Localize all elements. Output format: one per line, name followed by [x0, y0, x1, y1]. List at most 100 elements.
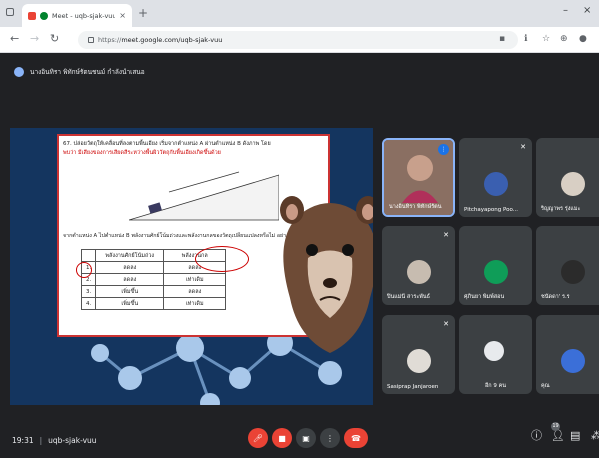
mic-off-icon: ✕	[443, 320, 449, 328]
participant-tile-more[interactable]: อีก 9 คน	[459, 315, 532, 394]
avatar	[560, 260, 585, 284]
table-cell: เพิ่มขึ้น	[95, 297, 165, 310]
participant-name: คุณ	[541, 383, 550, 389]
hang-up-button[interactable]: ☎	[344, 428, 368, 448]
presenting-banner: นางอินทิรา พิทักษ์รัตนชนม์ กำลังนำเสนอ	[14, 67, 145, 77]
table-row: 4. เพิ่มขึ้น เท่าเดิม	[80, 297, 227, 310]
header-circle-mark	[195, 246, 249, 272]
participant-name: ปิ่นแม่นี สาระพันธ์	[387, 294, 431, 300]
participant-tile[interactable]: ริญญาพร รุ่งแมะ	[536, 138, 599, 217]
table-row: 3. เพิ่มขึ้น ลดลง	[80, 285, 227, 298]
mic-toggle-button[interactable]: 🎤︎	[248, 428, 268, 448]
table-cell: เท่าเดิม	[163, 297, 227, 310]
bookmark-star-icon[interactable]: ☆	[542, 34, 550, 44]
avatar	[483, 341, 504, 361]
url-scheme: https://	[98, 36, 122, 44]
lock-icon	[88, 37, 94, 43]
participant-tile[interactable]: ✕ Pitchayapong Poo...	[459, 138, 532, 217]
participant-name: ริญญาพร รุ่งแมะ	[541, 206, 581, 212]
participant-name: Sasiprap Janjaroen	[387, 384, 439, 390]
meeting-info: 19:31 | uqb-sjak-vuu	[12, 436, 97, 445]
participant-tile[interactable]: ชนัดดา' ร.ร	[536, 226, 599, 305]
avatar	[560, 172, 585, 196]
camera-permission-icon[interactable]: ▪	[499, 34, 505, 44]
participant-name: Pitchayapong Poo...	[464, 207, 518, 213]
presenting-text: นางอินทิรา พิทักษ์รัตนชนม์ กำลังนำเสนอ	[30, 68, 145, 76]
url-domain: meet.google.com/uqb-sjak-vuu	[121, 36, 223, 44]
minimize-button[interactable]: –	[563, 6, 568, 16]
table-row: 2. ลดลง เท่าเดิม	[80, 273, 227, 286]
more-options-button[interactable]: ⋮	[320, 428, 340, 448]
participant-name: นางอินทิรา พิทักษ์รัตน	[389, 204, 442, 210]
question-line-2: พบว่า มีเสียงของการเสียดสีระหว่างพื้นผิว…	[63, 150, 221, 156]
back-icon[interactable]: ←	[10, 33, 19, 45]
present-icon: ▣	[302, 433, 310, 443]
table-cell: ลดลง	[95, 261, 165, 274]
table-header-cell: พลังงานศักย์โน้มถ่วง	[95, 249, 165, 262]
mic-off-icon: ✕	[520, 143, 526, 151]
avatar	[560, 349, 585, 373]
present-button[interactable]: ▣	[296, 428, 316, 448]
question-line-1: 67. ปล่อยวัตถุให้เคลื่อนที่ลงตามพื้นเอีย…	[63, 141, 271, 147]
animal-filter-avatar	[280, 196, 373, 353]
participant-tile[interactable]: ศุภินยา พิมพ์สอน	[459, 226, 532, 305]
participant-tile[interactable]: ✕ ปิ่นแม่นี สาระพันธ์	[382, 226, 455, 305]
participant-name: ศุภินยา พิมพ์สอน	[464, 294, 505, 300]
browser-tab-bar: Meet - uqb-sjak-vuu × + – ×	[0, 0, 599, 27]
browser-tab[interactable]: Meet - uqb-sjak-vuu ×	[22, 4, 132, 27]
browser-toolbar: ← → ↻ https://meet.google.com/uqb-sjak-v…	[0, 27, 599, 53]
tab-close-icon[interactable]: ×	[119, 11, 126, 20]
reload-icon[interactable]: ↻	[50, 33, 59, 45]
people-count-badge: 19	[551, 422, 560, 431]
table-cell: 4.	[80, 297, 97, 310]
mic-off-icon: 🎤︎	[252, 433, 264, 443]
more-participants-label: อีก 9 คน	[485, 383, 507, 389]
meeting-time: 19:31	[12, 436, 34, 445]
shared-screen[interactable]: 67. ปล่อยวัตถุให้เคลื่อนที่ลงตามพื้นเอีย…	[10, 128, 373, 413]
meet-control-bar: 19:31 | uqb-sjak-vuu 🎤︎ ■ ▣ ⋮ ☎ ⓘ 👤︎ ▤ ⁂…	[0, 405, 599, 458]
tab-title: Meet - uqb-sjak-vuu	[52, 11, 116, 20]
meet-stage: นางอินทิรา พิทักษ์รัตนชนม์ กำลังนำเสนอ 6…	[0, 53, 599, 458]
address-bar[interactable]: https://meet.google.com/uqb-sjak-vuu	[78, 31, 518, 49]
table-cell: เท่าเดิม	[163, 273, 227, 286]
window-close-button[interactable]: ×	[583, 6, 591, 16]
record-indicator-icon	[28, 11, 36, 20]
question-text: 67. ปล่อยวัตถุให้เคลื่อนที่ลงตามพื้นเอีย…	[63, 140, 331, 158]
meeting-code: uqb-sjak-vuu	[48, 436, 97, 445]
table-cell: ลดลง	[95, 273, 165, 286]
extensions-icon[interactable]: ⊕	[560, 34, 568, 44]
window-menu-icon[interactable]	[6, 8, 14, 16]
avatar	[406, 260, 431, 284]
avatar	[483, 260, 508, 284]
chat-icon[interactable]: ▤	[570, 430, 580, 442]
answer-circle-mark	[76, 262, 92, 278]
table-header-cell	[80, 249, 97, 262]
table-cell: 3.	[80, 285, 97, 298]
participant-tile[interactable]: ✕ Sasiprap Janjaroen	[382, 315, 455, 394]
participant-tile-self[interactable]: คุณ	[536, 315, 599, 394]
table-cell: ลดลง	[163, 285, 227, 298]
hang-up-icon: ☎	[351, 433, 361, 443]
new-tab-button[interactable]: +	[138, 7, 148, 19]
presenter-avatar-icon	[14, 67, 24, 77]
camera-off-icon: ■	[278, 433, 286, 443]
separator: |	[39, 436, 43, 445]
mic-off-icon: ✕	[443, 231, 449, 239]
activities-icon[interactable]: ⁂	[591, 430, 599, 442]
forward-icon[interactable]: →	[30, 33, 39, 45]
meet-favicon-icon	[40, 11, 48, 20]
incline-diagram	[129, 171, 279, 221]
camera-toggle-button[interactable]: ■	[272, 428, 292, 448]
translate-icon[interactable]: ℹ	[524, 34, 527, 44]
participant-video-face	[402, 155, 438, 203]
more-options-icon: ⋮	[326, 433, 334, 443]
avatar	[483, 172, 508, 196]
participant-tile-presenter[interactable]: ⋮ นางอินทิรา พิทักษ์รัตน	[382, 138, 455, 217]
speaking-indicator-icon: ⋮	[438, 144, 449, 155]
table-cell: เพิ่มขึ้น	[95, 285, 165, 298]
avatar	[406, 349, 431, 373]
participant-name: ชนัดดา' ร.ร	[541, 294, 570, 300]
meeting-details-icon[interactable]: ⓘ	[531, 430, 542, 442]
profile-avatar-icon[interactable]: ●	[579, 34, 587, 44]
people-icon[interactable]: 👤︎	[551, 430, 565, 442]
